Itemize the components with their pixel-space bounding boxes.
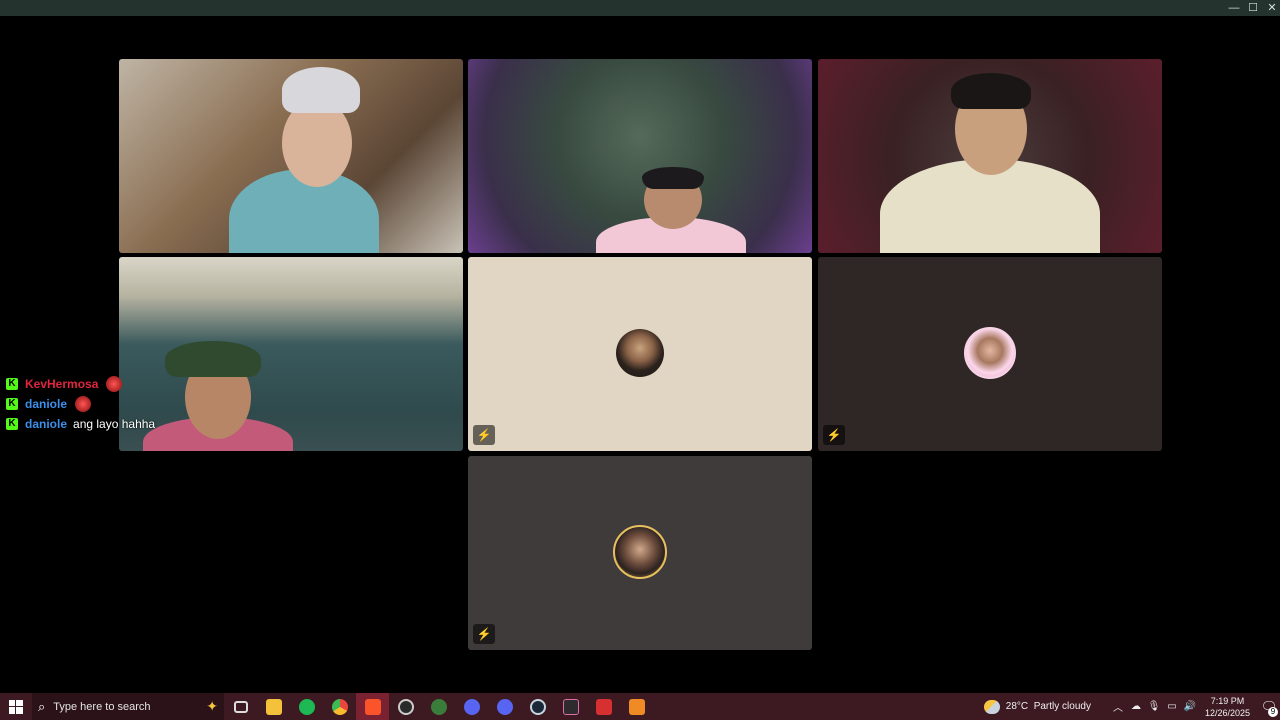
chat-username: daniole bbox=[25, 417, 68, 431]
search-icon: ⌕ bbox=[38, 698, 46, 714]
brave-icon bbox=[364, 698, 381, 715]
taskbar-app-xbox[interactable] bbox=[422, 693, 455, 720]
chat-username: daniole bbox=[25, 397, 68, 411]
chat-text: ang layo hahha bbox=[73, 417, 156, 431]
emote-icon bbox=[75, 396, 92, 412]
kick-badge-icon: K bbox=[6, 418, 18, 430]
app-red-icon bbox=[595, 698, 612, 715]
clock-date: 12/26/2025 bbox=[1204, 707, 1250, 718]
mic-muted-icon: ⚡ bbox=[473, 624, 495, 644]
discord-icon bbox=[463, 698, 480, 715]
taskbar-app-discord-alt[interactable] bbox=[455, 693, 488, 720]
weather-widget[interactable]: 28°C Partly cloudy bbox=[1006, 701, 1091, 712]
chat-message: K daniole ang layo hahha bbox=[6, 414, 155, 434]
taskbar-search[interactable]: ⌕ Type here to search ✦ bbox=[32, 693, 224, 720]
chat-message: K daniole bbox=[6, 394, 155, 414]
kick-badge-icon: K bbox=[6, 378, 18, 390]
participant-tile-5[interactable]: ⚡ bbox=[468, 257, 812, 451]
participant-tile-2[interactable] bbox=[468, 59, 812, 253]
mic-muted-icon: ⚡ bbox=[473, 425, 495, 445]
chat-username: KevHermosa bbox=[25, 377, 99, 391]
participant-tile-4[interactable] bbox=[119, 257, 463, 451]
participant-tile-6[interactable]: ⚡ bbox=[818, 257, 1162, 451]
participant-cap bbox=[165, 341, 261, 377]
kick-badge-icon: K bbox=[6, 398, 18, 410]
obs-icon bbox=[397, 698, 414, 715]
system-tray: 28°C Partly cloudy ︿ ☁ 🎙 ▭ 🔊 7:19 PM 12/… bbox=[983, 693, 1280, 720]
windows-logo-icon bbox=[9, 699, 23, 714]
notification-count-badge: 9 bbox=[1268, 707, 1278, 717]
participant-hair bbox=[642, 167, 704, 189]
mic-muted-icon: ⚡ bbox=[823, 425, 845, 445]
clock-time: 7:19 PM bbox=[1210, 695, 1245, 706]
weather-condition: Partly cloudy bbox=[1033, 701, 1091, 712]
video-call-grid: ⚡ ⚡ ⚡ K KevHermosa K daniole K daniole a… bbox=[0, 16, 1280, 693]
participant-avatar bbox=[613, 525, 667, 579]
taskbar-app-spotify[interactable] bbox=[290, 693, 323, 720]
start-button[interactable] bbox=[0, 693, 32, 720]
minimize-button[interactable]: — bbox=[1224, 0, 1244, 16]
participant-avatar bbox=[964, 327, 1016, 379]
taskbar-app-orange[interactable] bbox=[620, 693, 653, 720]
weather-temp: 28°C bbox=[1005, 701, 1029, 712]
spotify-icon bbox=[298, 698, 315, 715]
chevron-up-icon[interactable]: ︿ bbox=[1110, 699, 1126, 714]
taskbar-app-brave[interactable] bbox=[356, 693, 389, 720]
steam-icon bbox=[529, 698, 546, 715]
onedrive-icon[interactable]: ☁ bbox=[1128, 701, 1144, 712]
participant-tile-7[interactable]: ⚡ bbox=[468, 456, 812, 650]
clock[interactable]: 7:19 PM 12/26/2025 bbox=[1205, 695, 1250, 719]
copilot-sparkle-icon: ✦ bbox=[206, 698, 218, 714]
participant-hair bbox=[951, 73, 1031, 109]
participant-tile-1[interactable] bbox=[119, 59, 463, 253]
app-orange-icon bbox=[628, 698, 645, 715]
search-input[interactable]: Type here to search bbox=[53, 701, 206, 713]
folder-icon bbox=[265, 698, 282, 715]
taskbar-app-vortex[interactable] bbox=[554, 693, 587, 720]
notification-center-button[interactable]: 🗨 9 bbox=[1258, 693, 1280, 720]
vortex-icon bbox=[562, 698, 579, 715]
chat-overlay: K KevHermosa K daniole K daniole ang lay… bbox=[6, 374, 155, 434]
taskbar-app-task-view[interactable] bbox=[224, 693, 257, 720]
microphone-icon[interactable]: 🎙 bbox=[1146, 701, 1162, 712]
window-titlebar: — ☐ ✕ bbox=[0, 0, 1280, 16]
discord-icon bbox=[496, 698, 513, 715]
taskbar-app-obs[interactable] bbox=[389, 693, 422, 720]
taskbar-app-file-explorer[interactable] bbox=[257, 693, 290, 720]
volume-icon[interactable]: 🔊 bbox=[1182, 701, 1198, 712]
chrome-icon bbox=[331, 698, 348, 715]
xbox-icon bbox=[430, 698, 447, 715]
partly-cloudy-icon bbox=[983, 699, 1000, 714]
taskbar: ⌕ Type here to search ✦ 28°C Partly clou… bbox=[0, 693, 1280, 720]
participant-hat bbox=[282, 67, 360, 113]
taskbar-app-steam[interactable] bbox=[521, 693, 554, 720]
taskbar-app-red[interactable] bbox=[587, 693, 620, 720]
chat-message: K KevHermosa bbox=[6, 374, 155, 394]
participant-avatar bbox=[616, 329, 664, 377]
close-button[interactable]: ✕ bbox=[1262, 0, 1280, 16]
emote-icon bbox=[106, 376, 123, 392]
taskbar-app-discord[interactable] bbox=[488, 693, 521, 720]
task-view-icon bbox=[233, 700, 248, 713]
network-icon[interactable]: ▭ bbox=[1164, 701, 1180, 712]
participant-tile-3[interactable] bbox=[818, 59, 1162, 253]
maximize-button[interactable]: ☐ bbox=[1243, 0, 1263, 16]
taskbar-app-chrome[interactable] bbox=[323, 693, 356, 720]
